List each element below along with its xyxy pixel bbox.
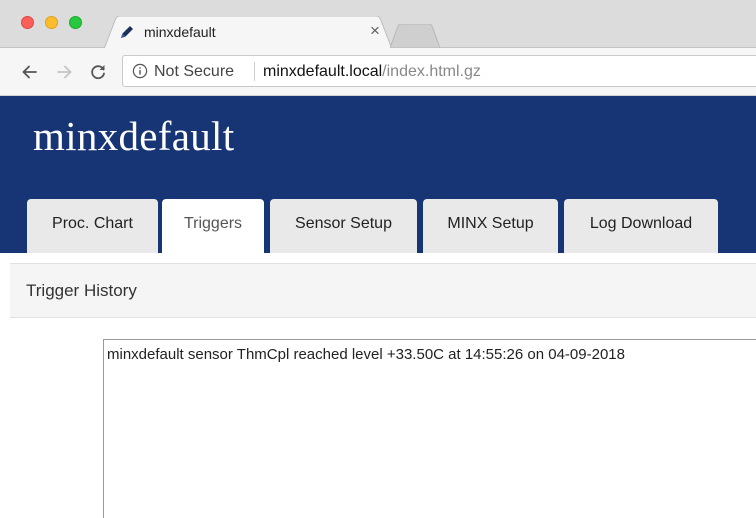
tab-triggers[interactable]: Triggers — [162, 199, 264, 255]
tab-sensor-setup[interactable]: Sensor Setup — [270, 199, 417, 253]
section-title: Trigger History — [26, 281, 137, 300]
pen-icon — [121, 26, 133, 38]
history-entry: minxdefault sensor ThmCpl reached level … — [107, 346, 625, 363]
site-title: minxdefault — [33, 113, 235, 159]
new-tab-button[interactable] — [390, 24, 442, 48]
browser-toolbar: Not Secure minxdefault.local/index.html.… — [0, 48, 756, 96]
page-header: minxdefault Proc. Chart Triggers Sensor … — [0, 96, 756, 255]
info-icon[interactable] — [132, 63, 148, 79]
url-text[interactable]: minxdefault.local/index.html.gz — [263, 63, 481, 81]
nav-tabs: Proc. Chart Triggers Sensor Setup MINX S… — [0, 199, 756, 255]
address-bar[interactable]: Not Secure minxdefault.local/index.html.… — [122, 55, 756, 87]
tab-title: minxdefault — [144, 24, 216, 40]
address-divider — [254, 62, 255, 81]
tab-log-download[interactable]: Log Download — [564, 199, 718, 253]
back-arrow-icon[interactable] — [20, 62, 40, 82]
security-label[interactable]: Not Secure — [154, 63, 234, 81]
forward-arrow-icon[interactable] — [54, 62, 74, 82]
url-host: minxdefault.local — [263, 63, 383, 80]
content-spacer — [0, 253, 756, 263]
tab-close-icon[interactable]: × — [366, 21, 384, 41]
url-path: /index.html.gz — [382, 63, 481, 80]
browser-window: minxdefault × Not Secure minxdefault.loc… — [0, 0, 756, 518]
tab-strip: minxdefault × — [0, 0, 756, 49]
browser-tab[interactable]: minxdefault × — [104, 16, 392, 49]
tab-proc-chart[interactable]: Proc. Chart — [27, 199, 158, 253]
window-close-button[interactable] — [21, 16, 34, 29]
trigger-history-header: Trigger History — [10, 263, 756, 318]
window-minimize-button[interactable] — [45, 16, 58, 29]
reload-icon[interactable] — [88, 62, 108, 82]
window-zoom-button[interactable] — [69, 16, 82, 29]
tab-minx-setup[interactable]: MINX Setup — [423, 199, 558, 253]
trigger-history-box[interactable]: minxdefault sensor ThmCpl reached level … — [103, 339, 756, 518]
